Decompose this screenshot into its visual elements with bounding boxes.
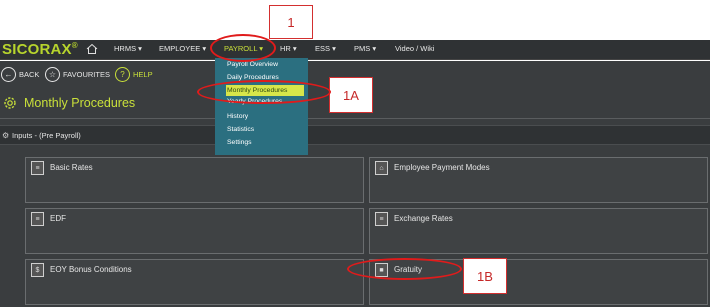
app-logo[interactable]: SICORAX®: [2, 41, 78, 58]
nav-hrms[interactable]: HRMS ▾: [114, 44, 142, 53]
nav-hr[interactable]: HR ▾: [280, 44, 297, 53]
nav-video-wiki[interactable]: Video / Wiki: [395, 44, 434, 53]
favourites-label: FAVOURITES: [63, 70, 110, 79]
menu-item-monthly-procedures[interactable]: Monthly Procedures: [226, 85, 304, 96]
help-label: HELP: [133, 70, 153, 79]
page-title: Monthly Procedures: [24, 96, 136, 110]
home-icon[interactable]: [86, 43, 98, 55]
tile-employee-payment-modes[interactable]: ⌂ Employee Payment Modes: [369, 157, 708, 203]
section-title: Inputs - (Pre Payroll): [12, 131, 81, 140]
star-icon: ☆: [45, 67, 60, 82]
nav-payroll[interactable]: PAYROLL ▾: [224, 44, 263, 53]
back-label: BACK: [19, 70, 40, 79]
top-nav-bar: SICORAX® HRMS ▾ EMPLOYEE ▾ PAYROLL ▾ HR …: [0, 40, 710, 60]
menu-item-history[interactable]: History: [227, 113, 248, 120]
money-bag-icon: $: [31, 263, 44, 277]
menu-item-statistics[interactable]: Statistics: [227, 126, 254, 133]
tile-exchange-rates[interactable]: ≡ Exchange Rates: [369, 208, 708, 254]
gift-icon: ■: [375, 263, 388, 277]
back-button[interactable]: ← BACK: [1, 67, 39, 82]
document-icon: ≡: [375, 212, 388, 226]
cog-icon: ⚙: [2, 131, 10, 140]
help-icon: ?: [115, 67, 130, 82]
logo-text: SICORAX: [2, 41, 72, 58]
nav-pms[interactable]: PMS ▾: [354, 44, 376, 53]
tile-label: Basic Rates: [50, 163, 93, 172]
bank-icon: ⌂: [375, 161, 388, 175]
annotation-text-1a: 1A: [343, 87, 359, 103]
section-header-inputs: ⚙ Inputs - (Pre Payroll): [0, 125, 710, 145]
calculator-icon: ≡: [31, 161, 44, 175]
tile-label: Employee Payment Modes: [394, 163, 490, 172]
menu-item-yearly-procedures[interactable]: Yearly Procedures: [227, 98, 282, 105]
document-icon: ≡: [31, 212, 44, 226]
nav-ess[interactable]: ESS ▾: [315, 44, 336, 53]
menu-item-payroll-overview[interactable]: Payroll Overview: [227, 61, 278, 68]
tile-edf[interactable]: ≡ EDF: [25, 208, 364, 254]
annotation-text-1b: 1B: [477, 268, 493, 284]
help-button[interactable]: ? HELP: [115, 67, 153, 82]
tile-label: EOY Bonus Conditions: [50, 265, 132, 274]
menu-item-daily-procedures[interactable]: Daily Procedures: [227, 74, 279, 81]
tile-label: EDF: [50, 214, 66, 223]
tile-label: Exchange Rates: [394, 214, 453, 223]
annotation-label-1: 1: [269, 5, 313, 39]
logo-mark: ®: [71, 41, 78, 50]
gear-icon: [4, 97, 16, 109]
annotation-label-1b: 1B: [463, 258, 507, 294]
tile-basic-rates[interactable]: ≡ Basic Rates: [25, 157, 364, 203]
tile-label: Gratuity: [394, 265, 423, 274]
annotation-label-1a: 1A: [329, 77, 373, 113]
tile-gratuity[interactable]: ■ Gratuity: [369, 259, 708, 305]
annotation-text-1: 1: [287, 14, 295, 30]
menu-item-settings[interactable]: Settings: [227, 139, 252, 146]
arrow-left-icon: ←: [1, 67, 16, 82]
favourites-button[interactable]: ☆ FAVOURITES: [45, 67, 110, 82]
tile-eoy-bonus-conditions[interactable]: $ EOY Bonus Conditions: [25, 259, 364, 305]
payroll-dropdown-menu: Payroll Overview Daily Procedures Monthl…: [215, 58, 308, 155]
divider: [0, 118, 710, 119]
nav-employee[interactable]: EMPLOYEE ▾: [159, 44, 206, 53]
